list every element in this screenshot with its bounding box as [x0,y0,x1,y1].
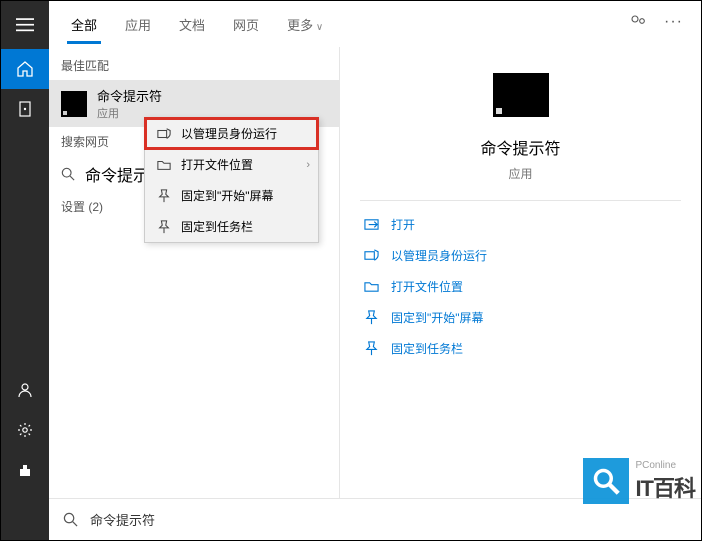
pin-taskbar-icon [157,220,171,234]
context-menu: 以管理员身份运行 打开文件位置 › 固定到"开始"屏幕 固定到任务栏 [144,117,319,243]
action-pin-taskbar-label: 固定到任务栏 [391,340,463,357]
command-prompt-icon [61,91,87,117]
search-tabs: 全部 应用 文档 网页 更多 ··· [49,1,701,47]
preview-title: 命令提示符 [480,135,560,159]
action-run-admin-label: 以管理员身份运行 [391,247,487,264]
divider [360,200,681,201]
action-pin-taskbar[interactable]: 固定到任务栏 [360,333,681,364]
ctx-run-admin-label: 以管理员身份运行 [181,125,277,142]
sidebar-user[interactable] [1,370,49,410]
ctx-run-admin[interactable]: 以管理员身份运行 [145,118,318,149]
tab-apps[interactable]: 应用 [111,3,165,44]
chevron-right-icon: › [306,159,310,171]
pin-icon [157,189,171,203]
action-list: 打开 以管理员身份运行 打开文件位置 固定到"开始"屏幕 固定到任务栏 [360,209,681,364]
sidebar-settings[interactable] [1,410,49,450]
sidebar-documents[interactable] [1,89,49,129]
hamburger-button[interactable] [1,1,49,49]
ctx-open-location[interactable]: 打开文件位置 › [145,149,318,180]
admin-icon [157,127,171,141]
admin-icon [364,248,379,263]
ctx-pin-start-label: 固定到"开始"屏幕 [181,187,274,204]
search-input[interactable]: 命令提示符 [90,510,155,529]
watermark-icon [583,458,629,504]
pin-icon [364,310,379,325]
search-icon [63,512,78,527]
preview-subtype: 应用 [508,165,532,182]
open-icon [364,217,379,232]
pin-taskbar-icon [364,341,379,356]
search-icon [61,167,75,181]
ctx-open-location-label: 打开文件位置 [181,156,253,173]
result-title: 命令提示符 [97,86,162,105]
feedback-icon[interactable] [630,13,646,34]
ctx-pin-taskbar[interactable]: 固定到任务栏 [145,211,318,242]
action-open[interactable]: 打开 [360,209,681,240]
action-run-admin[interactable]: 以管理员身份运行 [360,240,681,271]
preview-app-icon [493,73,549,117]
action-pin-start-label: 固定到"开始"屏幕 [391,309,484,326]
results-column: 最佳匹配 命令提示符 应用 搜索网页 命令提示符 设置 (2) [49,47,339,498]
more-options-button[interactable]: ··· [664,13,683,34]
action-pin-start[interactable]: 固定到"开始"屏幕 [360,302,681,333]
tab-docs[interactable]: 文档 [165,3,219,44]
search-bar[interactable]: 命令提示符 [49,498,701,540]
ctx-pin-taskbar-label: 固定到任务栏 [181,218,253,235]
watermark-big: IT百科 [635,471,695,503]
tab-all[interactable]: 全部 [57,3,111,44]
section-best-match: 最佳匹配 [49,51,339,80]
action-open-label: 打开 [391,216,415,233]
action-open-location-label: 打开文件位置 [391,278,463,295]
folder-icon [157,158,171,172]
action-open-location[interactable]: 打开文件位置 [360,271,681,302]
sidebar-home[interactable] [1,49,49,89]
tab-web[interactable]: 网页 [219,3,273,44]
ctx-pin-start[interactable]: 固定到"开始"屏幕 [145,180,318,211]
folder-icon [364,279,379,294]
tab-more[interactable]: 更多 [273,3,337,44]
sidebar-power[interactable] [1,450,49,490]
start-sidebar [1,1,49,540]
watermark-small: PConline [635,460,695,471]
watermark: PConline IT百科 [583,458,695,504]
preview-column: 命令提示符 应用 打开 以管理员身份运行 打开文件位置 固定到"开 [339,47,701,498]
